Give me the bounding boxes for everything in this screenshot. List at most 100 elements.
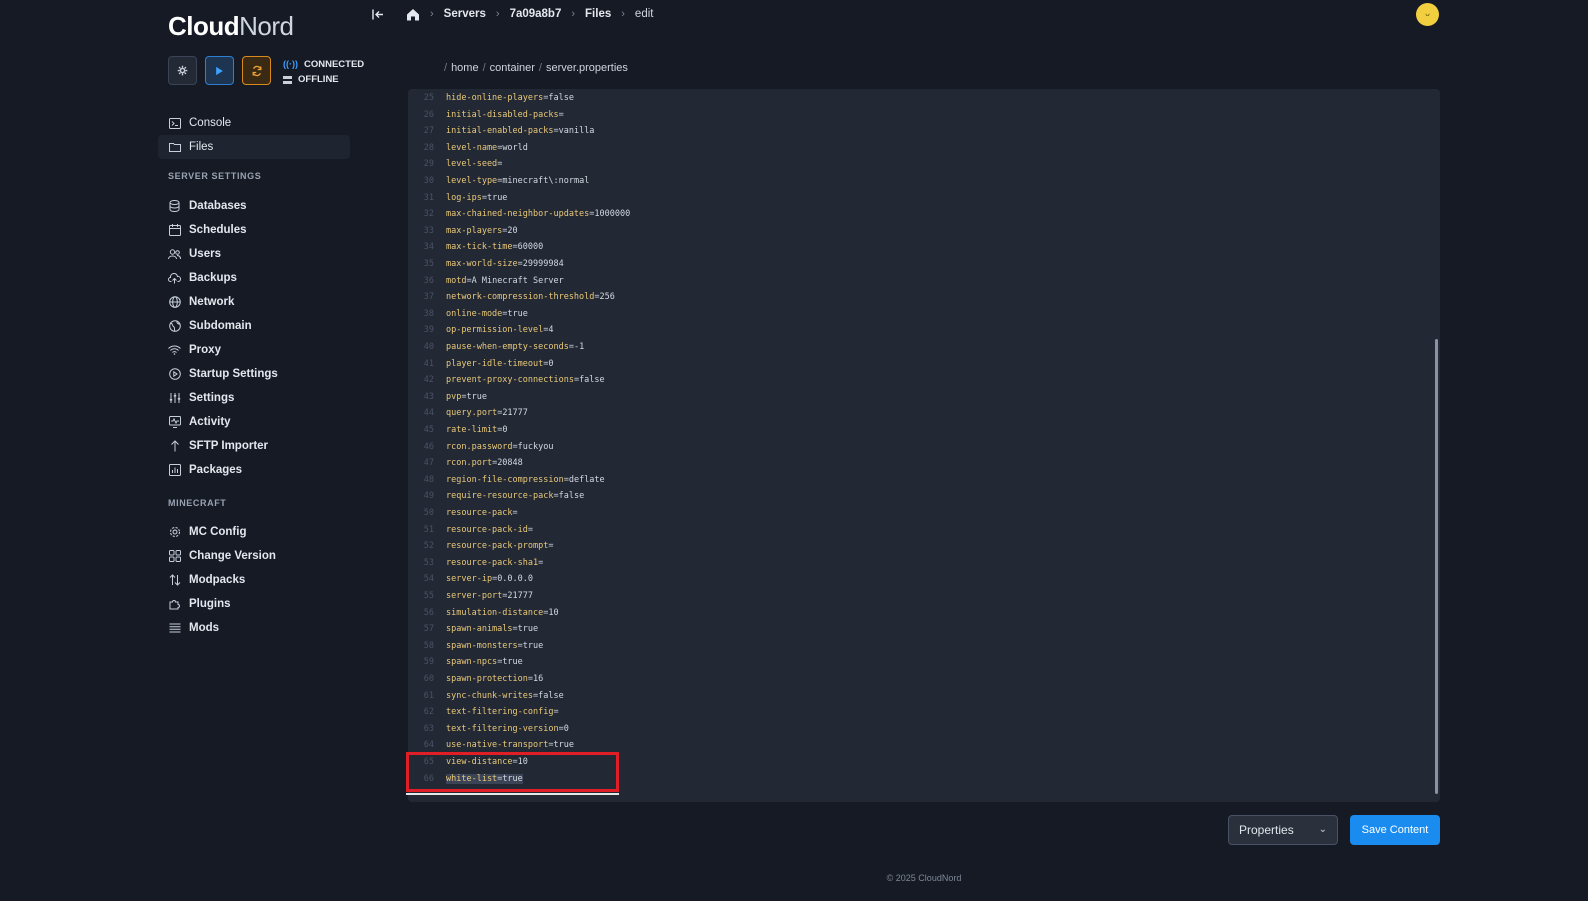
- cloudnord-logo[interactable]: Cloud Nord: [168, 6, 294, 42]
- nav-label: Mods: [189, 622, 220, 634]
- user-avatar[interactable]: ᵕ: [1416, 3, 1439, 26]
- nav-mc-config[interactable]: MC Config: [158, 520, 350, 544]
- code-line[interactable]: 45 rate-limit=0: [408, 422, 508, 438]
- path-home[interactable]: home: [451, 62, 479, 74]
- file-format-select[interactable]: Properties ⌄: [1228, 815, 1338, 845]
- nav-files[interactable]: Files: [158, 135, 350, 159]
- code-line[interactable]: 63 text-filtering-version=0: [408, 721, 569, 737]
- breadcrumb-edit: edit: [634, 8, 654, 20]
- code-editor[interactable]: 25 hide-online-players=false 26 initial-dis…: [408, 89, 1440, 802]
- code-line[interactable]: 46 rcon.password=fuckyou: [408, 439, 554, 455]
- code-line[interactable]: 29 level-seed=: [408, 156, 503, 172]
- nav-backups[interactable]: Backups: [158, 266, 350, 290]
- code-line[interactable]: 39 op-permission-level=4: [408, 322, 554, 338]
- code-line[interactable]: 62 text-filtering-config=: [408, 704, 559, 720]
- code-line[interactable]: 32 max-chained-neighbor-updates=1000000: [408, 206, 631, 222]
- code-line[interactable]: 30 level-type=minecraft\:normal: [408, 173, 590, 189]
- line-text: player-idle-timeout=0: [446, 358, 554, 369]
- code-line[interactable]: 53 resource-pack-sha1=: [408, 555, 544, 571]
- nav-network[interactable]: Network: [158, 290, 350, 314]
- users-icon: [168, 248, 181, 261]
- line-text: max-tick-time=60000: [446, 242, 544, 253]
- nav-change-version[interactable]: Change Version: [158, 544, 350, 568]
- code-line[interactable]: 51 resource-pack-id=: [408, 522, 533, 538]
- nav-packages[interactable]: Packages: [158, 458, 350, 482]
- code-line[interactable]: 40 pause-when-empty-seconds=-1: [408, 339, 584, 355]
- code-line[interactable]: 55 server-port=21777: [408, 588, 533, 604]
- code-line[interactable]: 64 use-native-transport=true: [408, 737, 574, 753]
- collapse-sidebar-icon[interactable]: [372, 9, 384, 20]
- code-line[interactable]: 52 resource-pack-prompt=: [408, 538, 554, 554]
- nav-label: Users: [189, 248, 221, 260]
- code-line[interactable]: 38 online-mode=true: [408, 306, 528, 322]
- nav-databases[interactable]: Databases: [158, 194, 350, 218]
- nav-label: Subdomain: [189, 320, 252, 332]
- status-connected: CONNECTED: [304, 59, 365, 70]
- line-text: max-world-size=29999984: [446, 259, 564, 269]
- code-line[interactable]: 44 query.port=21777: [408, 405, 528, 421]
- code-line[interactable]: 56 simulation-distance=10: [408, 605, 559, 621]
- nav-plugins[interactable]: Plugins: [158, 592, 350, 616]
- cloud-upload-icon: [168, 272, 181, 285]
- nav-label: MC Config: [189, 526, 247, 538]
- code-line[interactable]: 25 hide-online-players=false: [408, 90, 574, 106]
- nav-subdomain[interactable]: Subdomain: [158, 314, 350, 338]
- arrow-up-icon: [168, 440, 181, 453]
- nav-proxy[interactable]: Proxy: [158, 338, 350, 362]
- code-line[interactable]: 33 max-players=20: [408, 223, 518, 239]
- nav-console[interactable]: Console: [158, 111, 350, 135]
- nav-sftp-importer[interactable]: SFTP Importer: [158, 434, 350, 458]
- code-line[interactable]: 57 spawn-animals=true: [408, 621, 538, 637]
- chart-box-icon: [168, 464, 181, 477]
- code-line[interactable]: 35 max-world-size=29999984: [408, 256, 564, 272]
- code-line[interactable]: 59 spawn-npcs=true: [408, 654, 523, 670]
- code-line[interactable]: 26 initial-disabled-packs=: [408, 107, 564, 123]
- code-line[interactable]: 58 spawn-monsters=true: [408, 638, 544, 654]
- line-number: 63: [423, 723, 434, 734]
- code-line[interactable]: 36 motd=A Minecraft Server: [408, 273, 564, 289]
- code-line[interactable]: 50 resource-pack=: [408, 505, 518, 521]
- start-button[interactable]: [205, 56, 234, 85]
- breadcrumb-files[interactable]: Files: [585, 8, 611, 20]
- save-content-button[interactable]: Save Content: [1350, 815, 1440, 845]
- code-line[interactable]: 61 sync-chunk-writes=false: [408, 688, 564, 704]
- play-circle-icon: [168, 368, 181, 381]
- code-line[interactable]: 37 network-compression-threshold=256: [408, 289, 615, 305]
- restart-button[interactable]: [242, 56, 271, 85]
- nav-modpacks[interactable]: Modpacks: [158, 568, 350, 592]
- line-number: 29: [423, 159, 434, 170]
- settings-gear-button[interactable]: [168, 56, 197, 85]
- code-line[interactable]: 31 log-ips=true: [408, 190, 508, 206]
- code-line[interactable]: 41 player-idle-timeout=0: [408, 356, 554, 372]
- code-line[interactable]: 28 level-name=world: [408, 140, 528, 156]
- line-text: prevent-proxy-connections=false: [446, 375, 605, 386]
- code-line[interactable]: 27 initial-enabled-packs=vanilla: [408, 123, 595, 139]
- code-line[interactable]: 48 region-file-compression=deflate: [408, 472, 605, 488]
- breadcrumb-servers[interactable]: Servers: [444, 8, 486, 20]
- home-icon[interactable]: [406, 8, 420, 21]
- nav-schedules[interactable]: Schedules: [158, 218, 350, 242]
- code-line[interactable]: 34 max-tick-time=60000: [408, 239, 544, 255]
- nav-users[interactable]: Users: [158, 242, 350, 266]
- nav-startup-settings[interactable]: Startup Settings: [158, 362, 350, 386]
- code-line[interactable]: 42 prevent-proxy-connections=false: [408, 372, 605, 388]
- code-line[interactable]: 60 spawn-protection=16: [408, 671, 544, 687]
- highlight-underline: [406, 793, 619, 795]
- nav-label: Schedules: [189, 224, 247, 236]
- line-number: 31: [423, 192, 434, 203]
- nav-mods[interactable]: Mods: [158, 616, 350, 640]
- code-line[interactable]: 54 server-ip=0.0.0.0: [408, 571, 533, 587]
- server-icon: [283, 75, 292, 84]
- code-line[interactable]: 47 rcon.port=20848: [408, 455, 523, 471]
- status-offline: OFFLINE: [298, 74, 339, 85]
- path-separator: /: [444, 62, 448, 74]
- gear-icon: [177, 65, 188, 76]
- breadcrumb-server-id[interactable]: 7a09a8b7: [510, 8, 562, 20]
- code-line[interactable]: 43 pvp=true: [408, 389, 487, 405]
- nav-activity[interactable]: Activity: [158, 410, 350, 434]
- path-container[interactable]: container: [490, 62, 535, 74]
- editor-scrollbar[interactable]: [1435, 339, 1438, 794]
- code-line[interactable]: 49 require-resource-pack=false: [408, 488, 584, 504]
- nav-label: Backups: [189, 272, 237, 284]
- nav-settings[interactable]: Settings: [158, 386, 350, 410]
